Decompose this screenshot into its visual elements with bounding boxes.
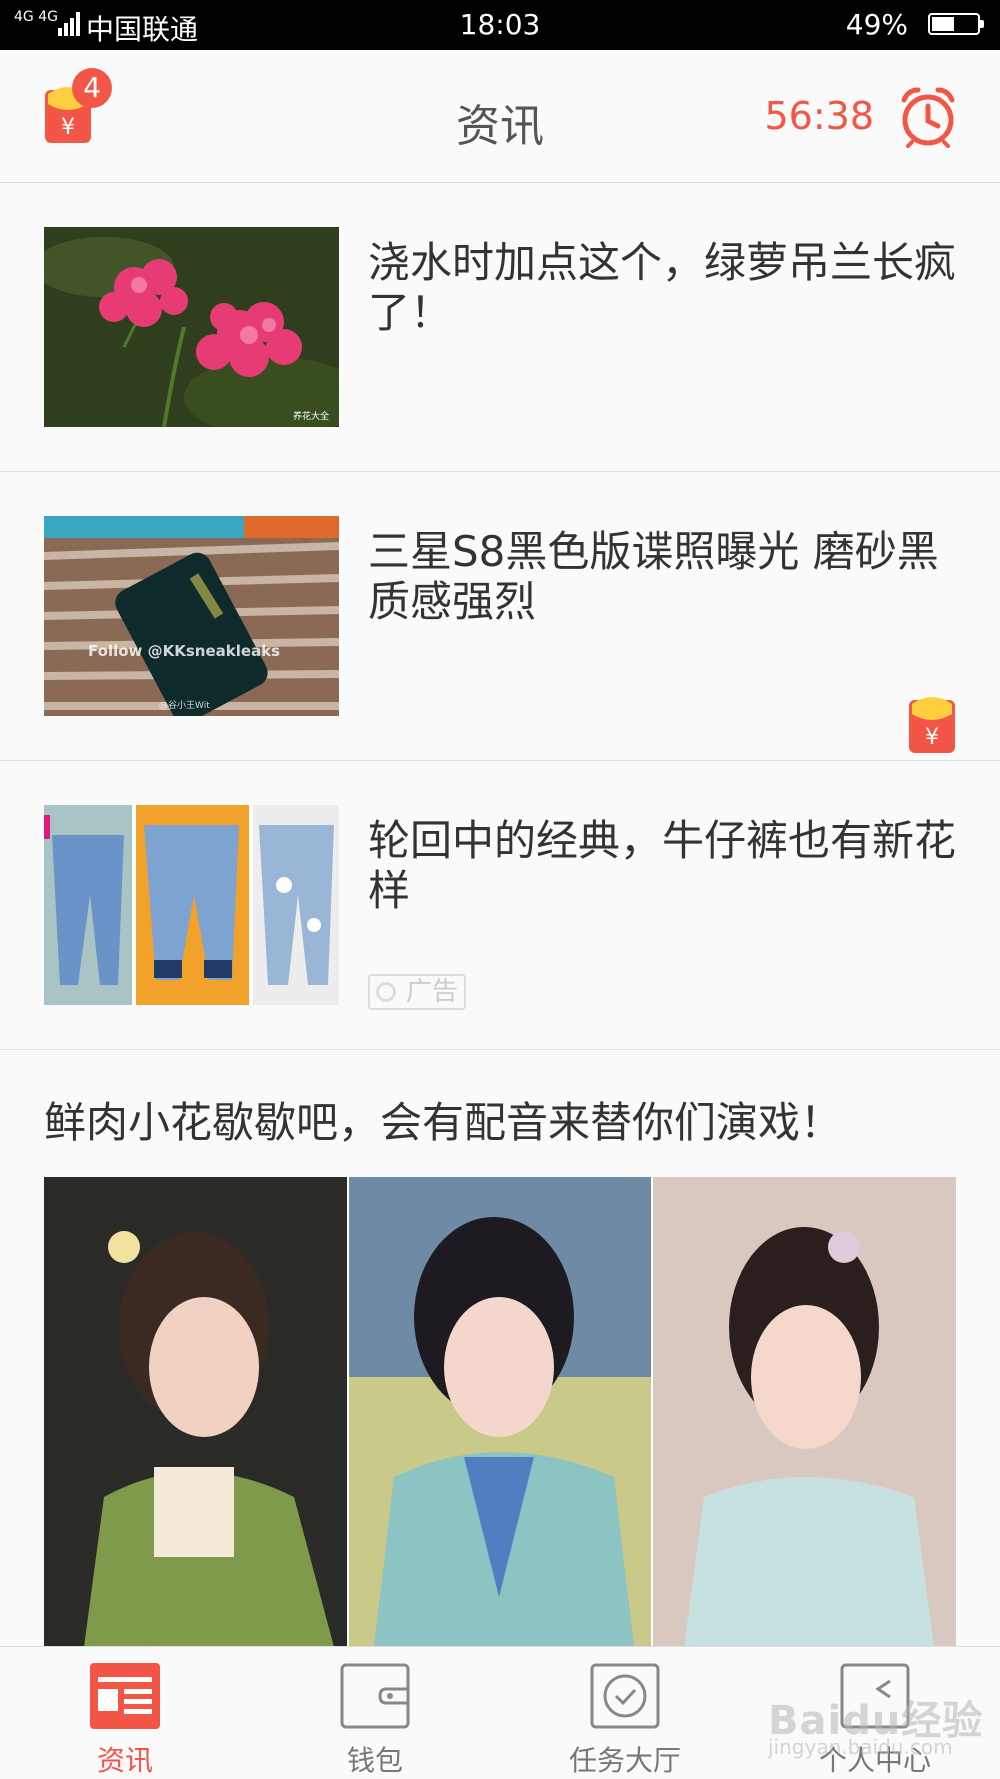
news-item-large[interactable]: 鲜肉小花歇歇吧，会有配音来替你们演戏！ <box>0 1050 1000 1647</box>
battery-icon <box>928 13 984 35</box>
ad-label: 广告 <box>405 977 458 1007</box>
news-item[interactable]: Follow @KKsneakleaks @谷小王Wit 三星S8黑色版谍照曝光… <box>0 472 1000 761</box>
ad-item[interactable]: 轮回中的经典，牛仔裤也有新花样 广告 <box>0 761 1000 1050</box>
wallet-icon <box>340 1663 410 1729</box>
image-caption: Follow @KKsneakleaks <box>88 642 280 660</box>
ad-thumbnail-jeans <box>44 805 339 1005</box>
ad-title: 轮回中的经典，牛仔裤也有新花样 <box>368 816 957 915</box>
news-thumbnail-phone: Follow @KKsneakleaks @谷小王Wit <box>44 516 339 716</box>
tab-news[interactable]: 资讯 <box>0 1647 250 1779</box>
tab-label: 资讯 <box>96 1744 153 1777</box>
news-icon <box>90 1663 160 1729</box>
news-item[interactable]: 养花大全 浇水时加点这个，绿萝吊兰长疯了！ <box>0 183 1000 472</box>
news-image-three-actresses <box>44 1177 956 1647</box>
tab-label: 钱包 <box>346 1744 403 1777</box>
status-bar: 4G 4G 中国联通 18:03 49% <box>0 0 1000 50</box>
image-watermark: @谷小王Wit <box>159 700 210 711</box>
task-check-icon <box>590 1663 660 1729</box>
ad-badge: 广告 <box>368 974 466 1010</box>
tab-label: 任务大厅 <box>568 1744 681 1777</box>
battery-percent: 49% <box>845 8 908 41</box>
ad-icon <box>376 982 396 1002</box>
tab-wallet[interactable]: 钱包 <box>250 1647 500 1779</box>
alarm-clock-icon[interactable] <box>898 86 958 148</box>
news-thumbnail-flowers: 养花大全 <box>44 227 339 427</box>
red-packet-icon[interactable]: ¥ <box>908 696 956 754</box>
image-watermark: 养花大全 <box>293 410 329 422</box>
news-feed: 养花大全 浇水时加点这个，绿萝吊兰长疯了！ Follow @KKsneaklea… <box>0 183 1000 1647</box>
countdown-timer: 56:38 <box>764 94 874 138</box>
news-title: 鲜肉小花歇歇吧，会有配音来替你们演戏！ <box>44 1098 843 1147</box>
svg-text:¥: ¥ <box>925 725 939 750</box>
app-header: ¥ 4 资讯 56:38 <box>0 50 1000 183</box>
tab-task-hall[interactable]: 任务大厅 <box>500 1647 750 1779</box>
baidu-watermark-url: jingyan.baidu.com <box>768 1735 953 1759</box>
news-title: 三星S8黑色版谍照曝光 磨砂黑质感强烈 <box>368 527 939 626</box>
news-title: 浇水时加点这个，绿萝吊兰长疯了！ <box>368 238 957 337</box>
